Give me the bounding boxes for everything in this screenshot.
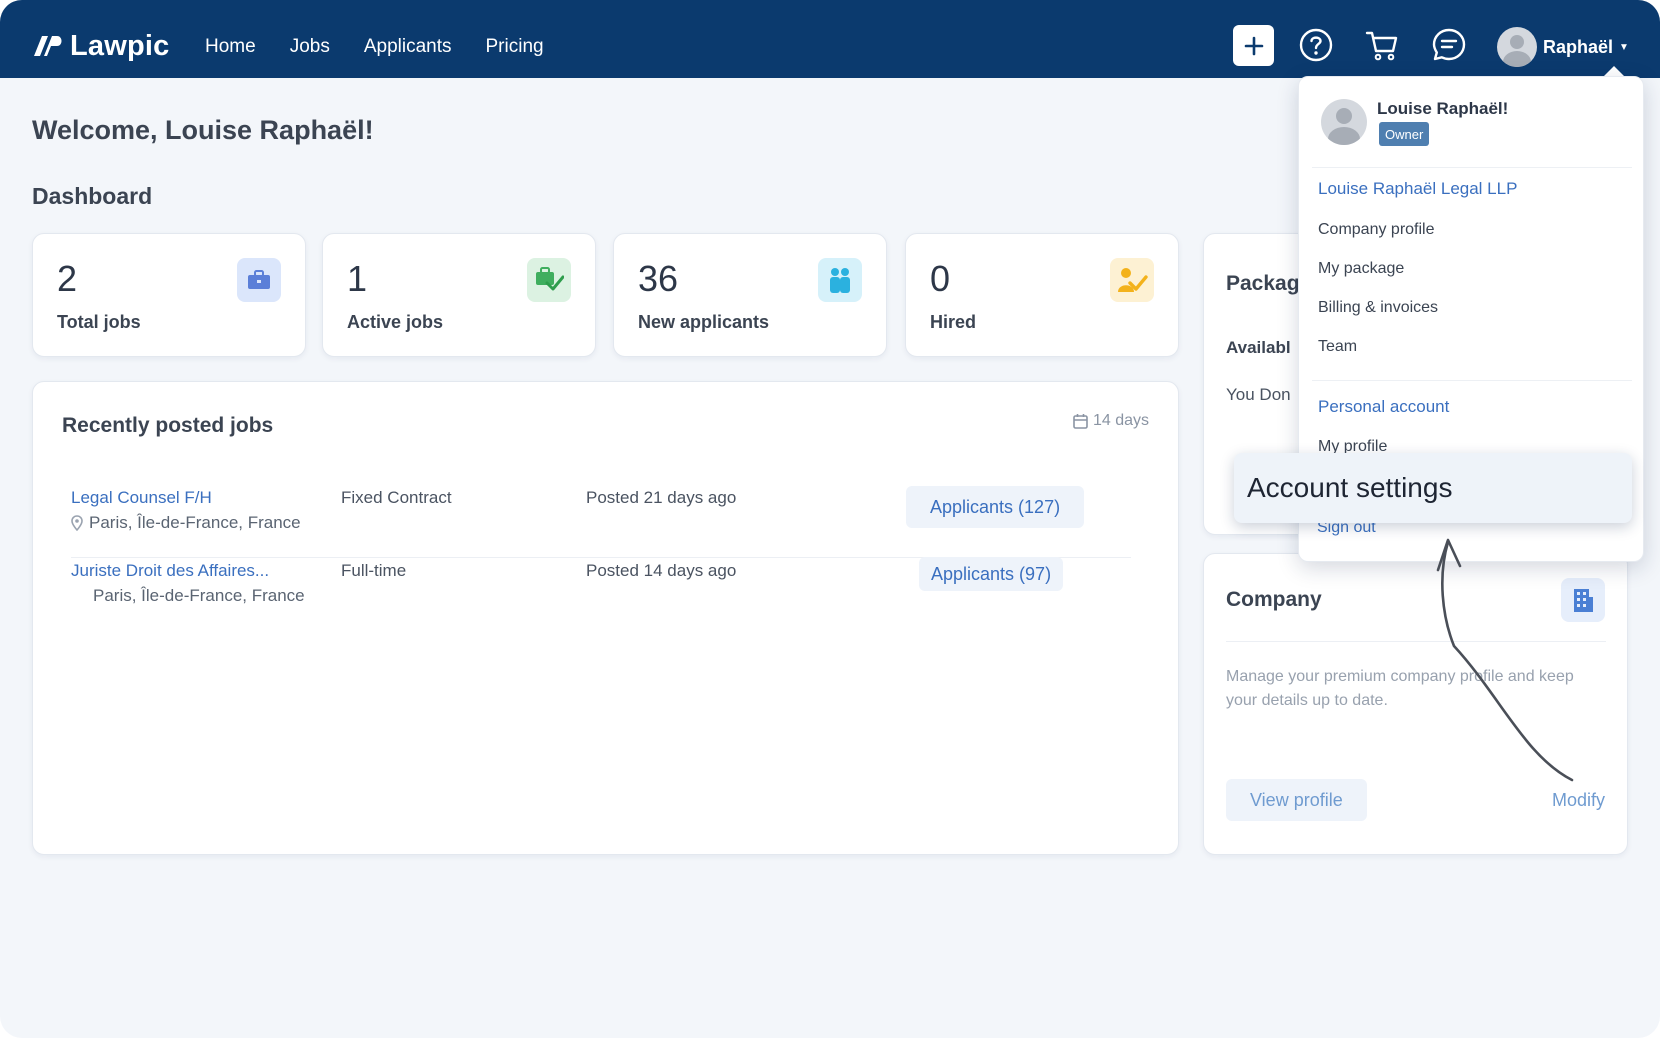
- role-badge: Owner: [1379, 122, 1430, 146]
- nav-home[interactable]: Home: [205, 36, 256, 58]
- user-menu-toggle[interactable]: Raphaël ▼: [1497, 27, 1629, 67]
- nav-jobs[interactable]: Jobs: [290, 36, 330, 58]
- menu-item-team[interactable]: Team: [1318, 338, 1357, 356]
- package-title: Packag: [1226, 272, 1300, 295]
- company-title: Company: [1226, 588, 1322, 611]
- job-location: Paris, Île-de-France, France: [71, 513, 301, 533]
- stat-label: Total jobs: [57, 312, 141, 332]
- stat-label: New applicants: [638, 312, 770, 332]
- modify-link[interactable]: Modify: [1552, 790, 1605, 811]
- divider: [1312, 167, 1632, 168]
- location-pin-icon: [71, 515, 83, 531]
- dropdown-user-name: Louise Raphaël!: [1377, 99, 1509, 118]
- main-nav: Home Jobs Applicants Pricing: [205, 36, 544, 58]
- chat-icon[interactable]: [1431, 27, 1467, 63]
- view-profile-button[interactable]: View profile: [1226, 779, 1367, 821]
- person-check-icon: [1110, 258, 1154, 302]
- menu-item-my-package[interactable]: My package: [1318, 260, 1404, 278]
- briefcase-check-icon: [527, 258, 571, 302]
- brand-name: Lawpic: [70, 29, 170, 62]
- job-posted: Posted 21 days ago: [586, 488, 737, 507]
- help-icon[interactable]: [1298, 27, 1334, 63]
- nav-pricing[interactable]: Pricing: [486, 36, 544, 58]
- dashboard-title: Dashboard: [32, 183, 153, 209]
- job-type: Fixed Contract: [341, 488, 452, 507]
- table-row: Legal Counsel F/H Paris, Île-de-France, …: [71, 486, 1131, 558]
- job-posted: Posted 14 days ago: [586, 561, 737, 580]
- package-available: Availabl: [1226, 338, 1291, 357]
- avatar: [1321, 99, 1367, 145]
- recent-jobs-panel: Recently posted jobs 14 days Legal Couns…: [32, 381, 1179, 855]
- chevron-down-icon: ▼: [1619, 41, 1629, 53]
- create-job-button[interactable]: [1233, 25, 1274, 66]
- stat-label: Hired: [930, 312, 977, 332]
- calendar-icon: [1073, 414, 1088, 429]
- divider: [1312, 380, 1632, 381]
- recent-jobs-title: Recently posted jobs: [62, 414, 274, 437]
- stat-label: Active jobs: [347, 312, 444, 332]
- user-name: Raphaël: [1543, 36, 1614, 57]
- stat-card-hired[interactable]: 0 Hired: [905, 233, 1179, 357]
- stat-value: 36: [638, 258, 679, 299]
- job-title-link[interactable]: Legal Counsel F/H: [71, 488, 212, 508]
- job-location-text: Paris, Île-de-France, France: [93, 586, 305, 605]
- cart-icon[interactable]: [1364, 27, 1400, 63]
- menu-item-billing[interactable]: Billing & invoices: [1318, 299, 1438, 317]
- briefcase-icon: [237, 258, 281, 302]
- job-type: Full-time: [341, 561, 407, 580]
- annotation-arrow-icon: [1436, 538, 1574, 782]
- plus-icon: [1244, 36, 1263, 55]
- package-note: You Don: [1226, 385, 1291, 404]
- nav-applicants[interactable]: Applicants: [364, 36, 452, 58]
- stat-card-total-jobs[interactable]: 2 Total jobs: [32, 233, 306, 357]
- stat-card-new-applicants[interactable]: 36 New applicants: [613, 233, 887, 357]
- applicants-button[interactable]: Applicants (127): [906, 486, 1085, 528]
- brand-logo[interactable]: Lawpic: [30, 28, 170, 64]
- stat-value: 0: [930, 258, 951, 299]
- welcome-heading: Welcome, Louise Raphaël!: [32, 115, 374, 145]
- app-frame: Lawpic Home Jobs Applicants Pricing Raph…: [0, 0, 1660, 1038]
- table-row: Juriste Droit des Affaires... Paris, Île…: [71, 557, 1131, 631]
- company-section-link[interactable]: Louise Raphaël Legal LLP: [1318, 179, 1517, 199]
- personal-section-link[interactable]: Personal account: [1318, 397, 1449, 417]
- menu-item-company-profile[interactable]: Company profile: [1318, 221, 1435, 239]
- stat-value: 1: [347, 258, 368, 299]
- lawpic-logo-icon: [34, 36, 62, 56]
- people-icon: [818, 258, 862, 302]
- date-range-label: 14 days: [1092, 412, 1149, 429]
- job-location-text: Paris, Île-de-France, France: [89, 513, 301, 532]
- job-title-link[interactable]: Juriste Droit des Affaires...: [71, 561, 269, 581]
- menu-item-account-settings[interactable]: Account settings: [1234, 453, 1632, 523]
- stat-card-active-jobs[interactable]: 1 Active jobs: [322, 233, 596, 357]
- date-range-filter[interactable]: 14 days: [1073, 412, 1149, 430]
- applicants-button[interactable]: Applicants (97): [919, 557, 1064, 591]
- stat-value: 2: [57, 258, 78, 299]
- avatar: [1497, 27, 1537, 67]
- top-navbar: Lawpic Home Jobs Applicants Pricing Raph…: [0, 0, 1660, 78]
